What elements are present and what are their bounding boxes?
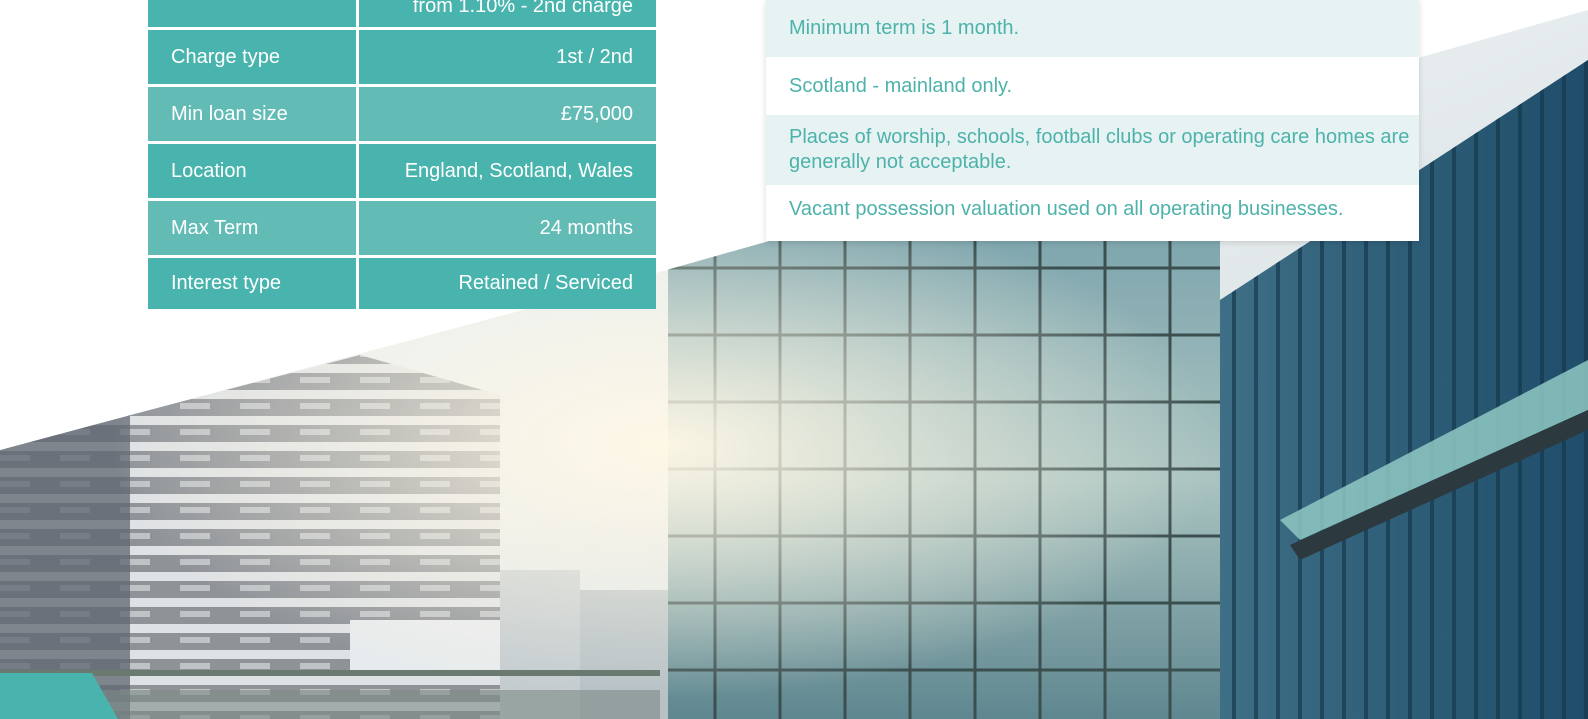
spec-label: Max Term bbox=[148, 201, 359, 255]
spec-row-location: Location England, Scotland, Wales bbox=[148, 144, 656, 201]
spec-row-max-term: Max Term 24 months bbox=[148, 201, 656, 258]
spec-label bbox=[148, 0, 359, 27]
note-vacant-possession: Vacant possession valuation used on all … bbox=[789, 197, 1344, 220]
note-minimum-term: Minimum term is 1 month. bbox=[766, 0, 1419, 57]
lending-notes-box: Minimum term is 1 month. Scotland - main… bbox=[766, 0, 1419, 241]
spec-row-interest-type: Interest type Retained / Serviced bbox=[148, 258, 656, 309]
spec-value: England, Scotland, Wales bbox=[359, 144, 656, 198]
spec-row-rate: from 1.10% - 2nd charge bbox=[148, 0, 656, 30]
spec-label: Interest type bbox=[148, 258, 359, 309]
spec-value: 24 months bbox=[359, 201, 656, 255]
note-scotland-mainland: Scotland - mainland only. bbox=[789, 74, 1013, 97]
spec-value: £75,000 bbox=[359, 87, 656, 141]
spec-row-charge-type: Charge type 1st / 2nd bbox=[148, 30, 656, 87]
spec-value: 1st / 2nd bbox=[359, 30, 656, 84]
spec-value: Retained / Serviced bbox=[359, 258, 656, 309]
spec-label: Location bbox=[148, 144, 359, 198]
spec-label: Charge type bbox=[148, 30, 359, 84]
spec-row-min-loan-size: Min loan size £75,000 bbox=[148, 87, 656, 144]
loan-spec-table: from 1.10% - 2nd charge Charge type 1st … bbox=[148, 0, 656, 309]
spec-value: from 1.10% - 2nd charge bbox=[359, 0, 656, 27]
spec-label: Min loan size bbox=[148, 87, 359, 141]
note-unacceptable-properties: Places of worship, schools, football clu… bbox=[766, 115, 1419, 185]
